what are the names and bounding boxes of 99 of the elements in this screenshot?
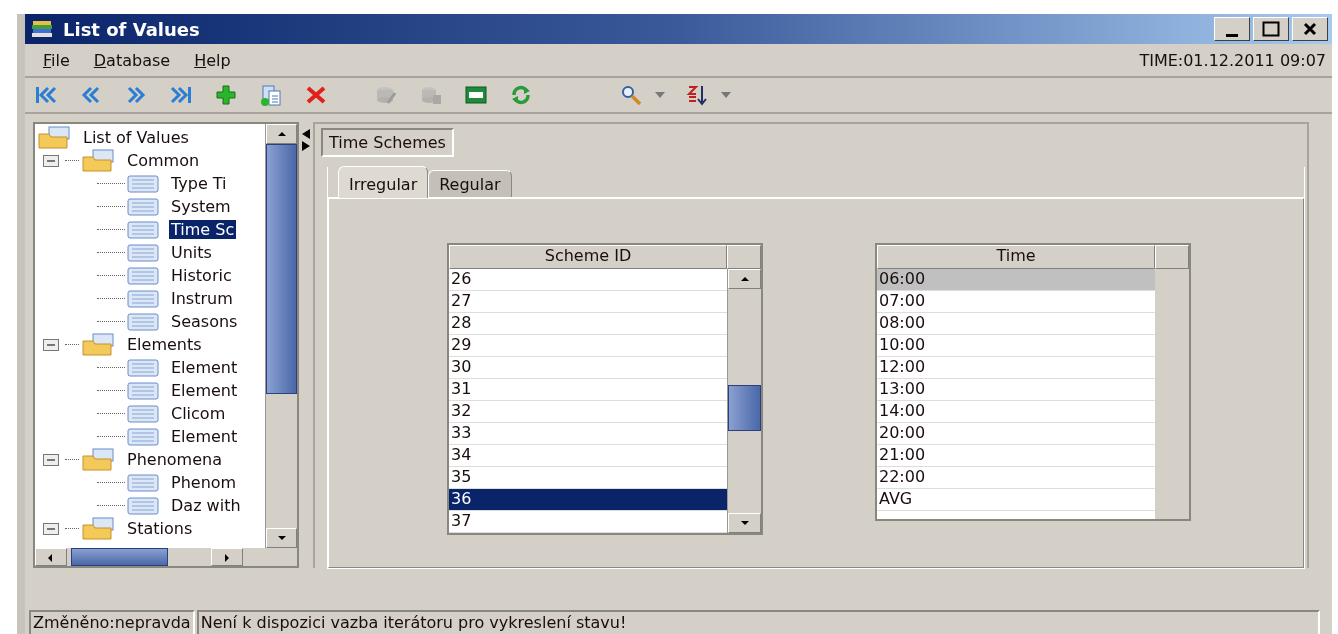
table-cell[interactable]: 30 — [449, 357, 727, 379]
books-icon — [31, 19, 55, 39]
panel-title: Time Schemes — [321, 128, 454, 157]
collapse-icon[interactable] — [43, 522, 59, 535]
status-text: Není k dispozici vazba iterátoru pro vykreslení stavu! — [196, 610, 1320, 634]
toolbar-button[interactable] — [463, 83, 489, 107]
collapse-icon[interactable] — [43, 453, 59, 466]
tree-item[interactable]: Phenomena — [125, 450, 224, 469]
toolbar-button[interactable] — [684, 83, 732, 107]
tree-item[interactable]: Element — [169, 381, 240, 400]
tree-item[interactable]: Element — [169, 358, 240, 377]
table-cell[interactable]: 12:00 — [877, 357, 1155, 379]
scrollbar-thumb[interactable] — [71, 548, 168, 566]
splitter-arrows-icon[interactable] — [301, 128, 311, 152]
window-title: List of Values — [63, 18, 201, 40]
table-cell[interactable]: 29 — [449, 335, 727, 357]
list-icon — [127, 381, 159, 400]
collapse-icon[interactable] — [43, 154, 59, 167]
table-cell[interactable]: 20:00 — [877, 423, 1155, 445]
maximize-button[interactable] — [1253, 17, 1289, 41]
plus-icon — [213, 83, 239, 107]
tree-item[interactable]: Common — [125, 151, 202, 170]
list-icon — [127, 358, 159, 377]
list-icon — [127, 197, 159, 216]
vertical-scrollbar[interactable] — [265, 124, 297, 548]
table-cell[interactable]: 36 — [449, 489, 727, 511]
tree-item[interactable]: Clicom — [169, 404, 228, 423]
maximize-icon — [1262, 21, 1280, 37]
tree-item[interactable]: Instrum — [169, 289, 235, 308]
table-cell[interactable]: 21:00 — [877, 445, 1155, 467]
tree-item[interactable]: Historic — [169, 266, 234, 285]
tree-item[interactable]: Elements — [125, 335, 204, 354]
list-icon — [127, 427, 159, 446]
tree-item[interactable]: Daz with — [169, 496, 243, 515]
list-icon — [127, 266, 159, 285]
table-cell[interactable]: 33 — [449, 423, 727, 445]
table-cell[interactable]: AVG — [877, 489, 1155, 511]
list-icon — [127, 404, 159, 423]
folder-icon — [81, 447, 115, 472]
close-icon — [1303, 22, 1317, 36]
csv-export-icon — [463, 83, 489, 107]
tree-item[interactable]: Time Sc — [169, 220, 237, 239]
vertical-scrollbar[interactable] — [727, 269, 761, 533]
table-cell[interactable]: 34 — [449, 445, 727, 467]
status-text: Změněno:nepravda — [29, 610, 195, 634]
tree-item[interactable]: Element — [169, 427, 240, 446]
column-header[interactable]: Time — [877, 245, 1155, 269]
table-cell[interactable]: 08:00 — [877, 313, 1155, 335]
list-icon — [127, 473, 159, 492]
table-cell[interactable]: 31 — [449, 379, 727, 401]
table-cell[interactable]: 06:00 — [877, 269, 1155, 291]
table-cell[interactable]: 37 — [449, 511, 727, 533]
folder-icon — [81, 332, 115, 357]
caret-icon — [720, 91, 732, 99]
tree-item[interactable]: Phenom — [169, 473, 239, 492]
header-corner — [1155, 245, 1189, 269]
menu-item[interactable]: Database — [81, 50, 183, 70]
list-icon — [127, 289, 159, 308]
table-cell[interactable]: 07:00 — [877, 291, 1155, 313]
list-icon — [127, 243, 159, 262]
table-cell[interactable]: 13:00 — [877, 379, 1155, 401]
collapse-icon[interactable] — [43, 338, 59, 351]
minimize-button[interactable] — [1214, 17, 1250, 41]
tree-item[interactable]: Units — [169, 243, 214, 262]
tree-item[interactable]: Stations — [125, 519, 195, 538]
clock-text: TIME:01.12.2011 09:07 — [1139, 50, 1326, 70]
sort-icon — [684, 83, 710, 107]
copy-document-icon — [258, 83, 284, 107]
column-header[interactable]: Scheme ID — [449, 245, 727, 269]
caret-icon — [654, 91, 666, 99]
list-icon — [127, 174, 159, 193]
table-cell[interactable]: 26 — [449, 269, 727, 291]
horizontal-scrollbar[interactable] — [35, 548, 297, 566]
menu-item[interactable]: Help — [182, 50, 243, 70]
folder-icon — [81, 148, 115, 173]
tree-item[interactable]: List of Values — [81, 128, 191, 147]
menu-item[interactable]: File — [31, 50, 82, 70]
tab[interactable]: Regular — [428, 170, 512, 197]
table-cell[interactable]: 22:00 — [877, 467, 1155, 489]
table-cell[interactable]: 28 — [449, 313, 727, 335]
folder-icon — [81, 516, 115, 541]
list-icon — [127, 496, 159, 515]
table-cell[interactable]: 10:00 — [877, 335, 1155, 357]
tree-item[interactable]: Type Ti — [169, 174, 229, 193]
table-cell[interactable]: 27 — [449, 291, 727, 313]
tree-item[interactable]: Seasons — [169, 312, 240, 331]
table-cell[interactable]: 32 — [449, 401, 727, 423]
table-cell[interactable]: 14:00 — [877, 401, 1155, 423]
close-button[interactable] — [1292, 17, 1328, 41]
scrollbar-thumb[interactable] — [728, 385, 761, 431]
tree-item[interactable]: System — [169, 197, 233, 216]
tab[interactable]: Irregular — [338, 166, 429, 198]
table-cell[interactable]: 35 — [449, 467, 727, 489]
scrollbar-thumb[interactable] — [266, 144, 297, 394]
list-icon — [127, 312, 159, 331]
folder-icon — [37, 125, 71, 150]
header-corner — [727, 245, 761, 269]
list-icon — [127, 220, 159, 239]
minimize-icon — [1226, 33, 1238, 37]
